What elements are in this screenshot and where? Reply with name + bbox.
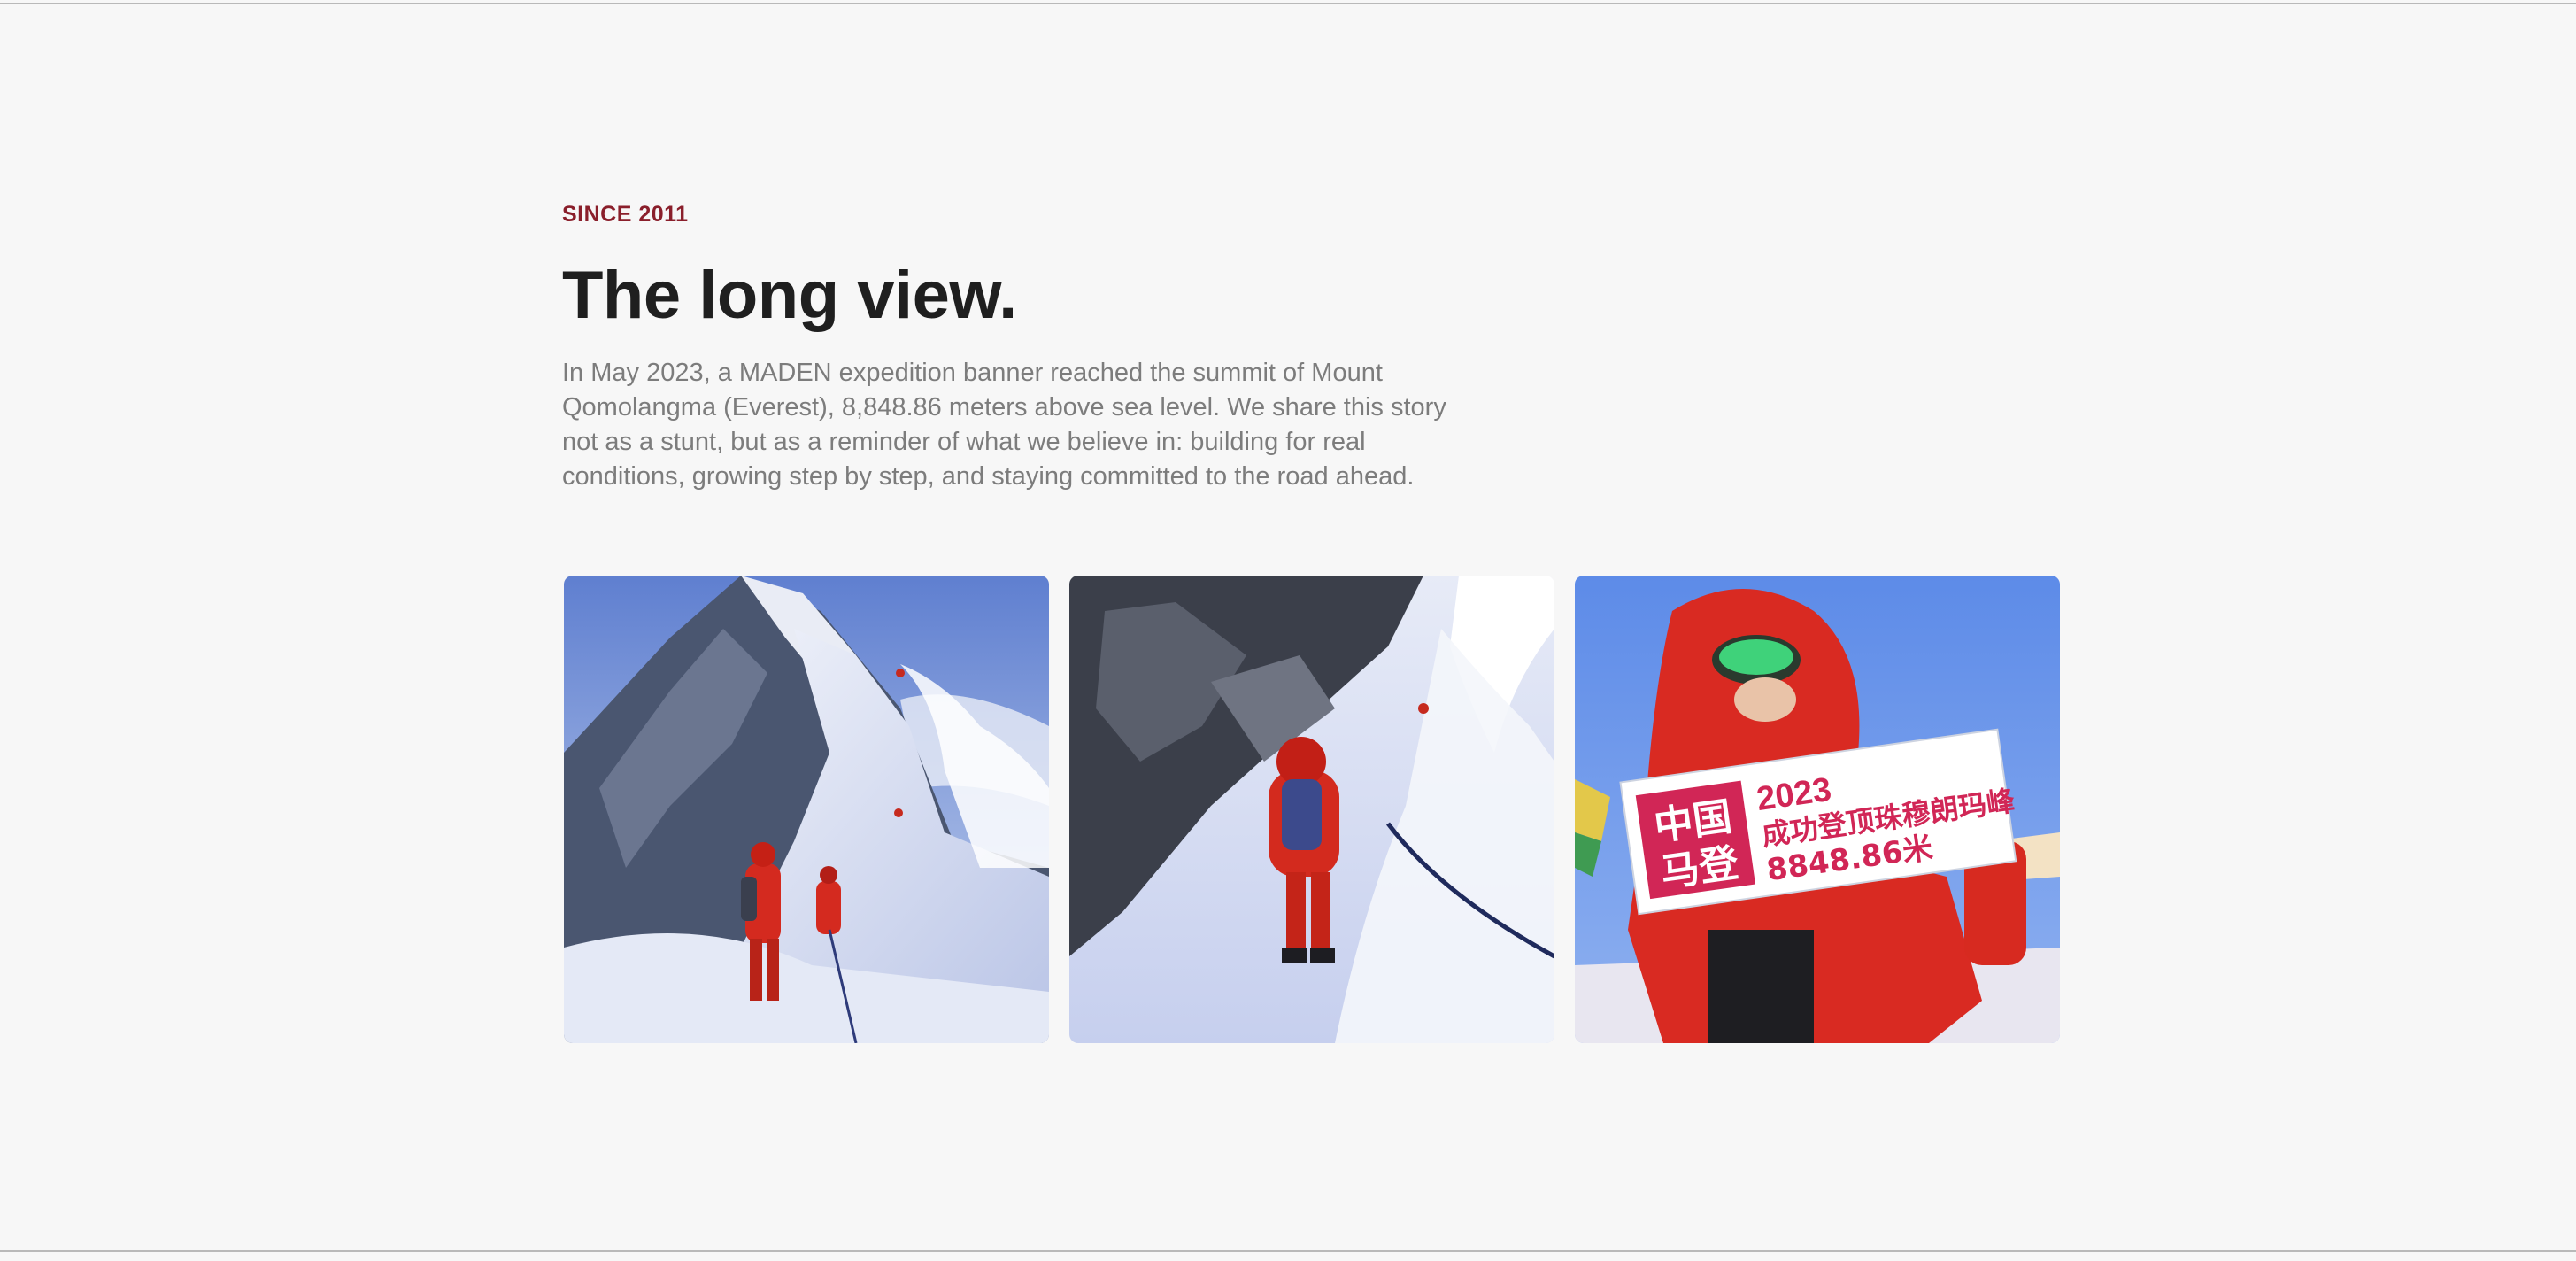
- page: SINCE 2011 The long view. In May 2023, a…: [0, 0, 2576, 1261]
- story-section: SINCE 2011 The long view. In May 2023, a…: [562, 195, 2067, 494]
- photo-gallery: 中国 马登 2023 成功登顶珠穆朗玛峰 8848.86米: [564, 576, 2060, 1043]
- climber-figure-2: [816, 866, 841, 934]
- section-eyebrow: SINCE 2011: [562, 202, 689, 227]
- photo-summit-banner: 中国 马登 2023 成功登顶珠穆朗玛峰 8848.86米: [1575, 576, 2060, 1043]
- section-title: The long view.: [562, 258, 1017, 333]
- section-description: In May 2023, a MADEN expedition banner r…: [562, 359, 1446, 491]
- bottom-divider: [0, 1250, 2576, 1252]
- top-divider: [0, 3, 2576, 4]
- photo-climber-ascending: [1069, 576, 1554, 1043]
- photo-climbers-on-ridge: [564, 576, 1049, 1043]
